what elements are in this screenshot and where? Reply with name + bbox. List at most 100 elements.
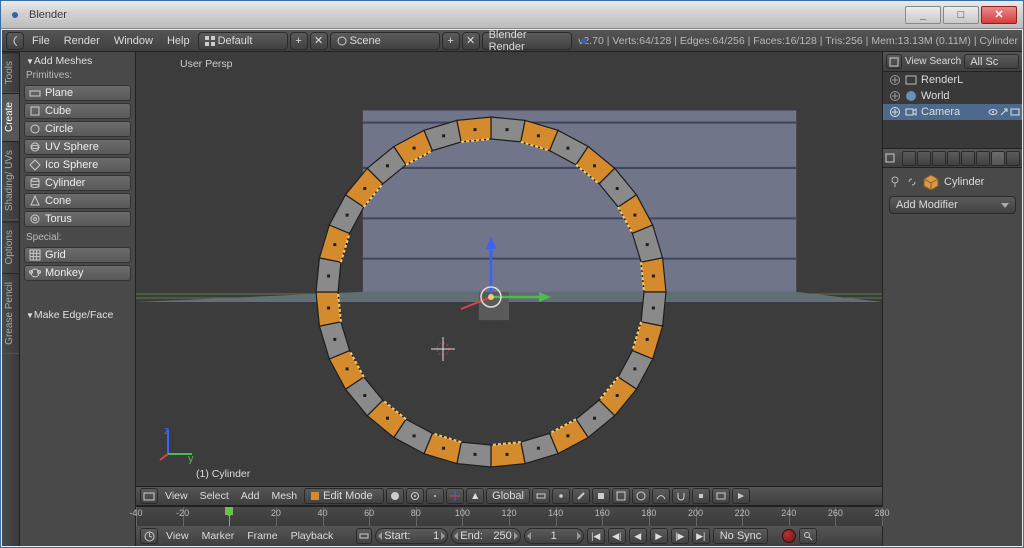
screen-layout-add[interactable]: + xyxy=(290,32,308,50)
outliner-menu-search[interactable]: Search xyxy=(930,56,962,67)
prop-tab-constraints[interactable] xyxy=(976,151,990,166)
prop-tab-data[interactable] xyxy=(1006,151,1020,166)
window-minimize-button[interactable]: _ xyxy=(905,6,941,24)
pivot-align-icon[interactable] xyxy=(426,488,444,504)
pin-icon[interactable] xyxy=(889,176,901,188)
manip-translate-icon[interactable]: ▲ xyxy=(466,488,484,504)
tl-current-field[interactable]: 1 xyxy=(524,528,584,544)
editor-type-outliner-icon[interactable] xyxy=(886,54,902,69)
menu-render[interactable]: Render xyxy=(58,35,106,47)
add-uvsphere-button[interactable]: UV Sphere xyxy=(24,139,131,155)
outliner-item-world[interactable]: World xyxy=(883,88,1022,104)
editor-type-view3d-icon[interactable] xyxy=(140,488,158,504)
tl-end-field[interactable]: End: 250 xyxy=(451,528,520,544)
vtab-create[interactable]: Create xyxy=(2,93,19,141)
screen-layout-remove[interactable]: ✕ xyxy=(310,32,328,50)
limit-sel-icon[interactable] xyxy=(612,488,630,504)
prop-falloff-icon[interactable] xyxy=(652,488,670,504)
vtab-tools[interactable]: Tools xyxy=(2,52,19,93)
prop-tab-modifiers[interactable] xyxy=(991,151,1005,166)
render-icon[interactable] xyxy=(1010,107,1020,117)
scene-dropdown[interactable]: Scene xyxy=(330,32,440,50)
snap-icon[interactable] xyxy=(672,488,690,504)
title-bar[interactable]: Blender _ □ ✕ xyxy=(1,1,1023,29)
manip-toggle[interactable] xyxy=(446,488,464,504)
add-cube-button[interactable]: Cube xyxy=(24,103,131,119)
v3d-menu-view[interactable]: View xyxy=(160,490,193,502)
editor-type-icon[interactable] xyxy=(6,32,24,50)
menu-window[interactable]: Window xyxy=(108,35,159,47)
menu-file[interactable]: File xyxy=(26,35,56,47)
3d-viewport[interactable]: z y User Persp (1) Cylinder xyxy=(136,52,882,486)
sel-vertex-icon[interactable] xyxy=(552,488,570,504)
tl-range-toggle[interactable] xyxy=(356,528,372,544)
tl-menu-marker[interactable]: Marker xyxy=(197,530,240,542)
add-modifier-dropdown[interactable]: Add Modifier xyxy=(889,196,1016,214)
tl-start-field[interactable]: Start: 1 xyxy=(375,528,448,544)
tl-sync-dropdown[interactable]: No Sync xyxy=(713,528,769,544)
v3d-menu-select[interactable]: Select xyxy=(195,490,234,502)
add-plane-button[interactable]: Plane xyxy=(24,85,131,101)
outliner-menu-view[interactable]: View xyxy=(905,56,927,67)
prop-tab-world[interactable] xyxy=(947,151,961,166)
add-monkey-button[interactable]: Monkey xyxy=(24,265,131,281)
outliner-item-camera[interactable]: Camera xyxy=(883,104,1022,120)
outliner-display-dropdown[interactable]: All Sc xyxy=(964,54,1019,69)
v3d-menu-add[interactable]: Add xyxy=(236,490,265,502)
prop-tab-object[interactable] xyxy=(961,151,975,166)
outliner-item-renderlayers[interactable]: RenderL xyxy=(883,72,1022,88)
add-cylinder-button[interactable]: Cylinder xyxy=(24,175,131,191)
tl-jump-start-button[interactable]: |◀ xyxy=(587,528,605,544)
add-circle-button[interactable]: Circle xyxy=(24,121,131,137)
prop-tab-renderlayers[interactable] xyxy=(917,151,931,166)
tl-keying-set-dropdown[interactable] xyxy=(799,528,817,544)
editor-type-timeline-icon[interactable] xyxy=(140,528,158,544)
pivot-icon[interactable] xyxy=(406,488,424,504)
vtab-options[interactable]: Options xyxy=(2,221,19,273)
tl-menu-view[interactable]: View xyxy=(161,530,194,542)
window-close-button[interactable]: ✕ xyxy=(981,6,1017,24)
tl-menu-playback[interactable]: Playback xyxy=(286,530,339,542)
vtab-grease-pencil[interactable]: Grease Pencil xyxy=(2,273,19,354)
panel-add-meshes[interactable]: Add Meshes xyxy=(20,52,135,70)
prop-tab-scene[interactable] xyxy=(932,151,946,166)
window-maximize-button[interactable]: □ xyxy=(943,6,979,24)
add-grid-button[interactable]: Grid xyxy=(24,247,131,263)
sel-face-icon[interactable] xyxy=(592,488,610,504)
sel-edge-icon[interactable] xyxy=(572,488,590,504)
v3d-menu-mesh[interactable]: Mesh xyxy=(266,490,302,502)
eye-icon[interactable] xyxy=(988,107,998,117)
vtab-shading-uvs[interactable]: Shading/ UVs xyxy=(2,141,19,220)
prop-tab-render[interactable] xyxy=(902,151,916,166)
render-anim-icon[interactable] xyxy=(732,488,750,504)
tl-autokey-button[interactable] xyxy=(782,529,796,543)
shading-icon[interactable] xyxy=(386,488,404,504)
render-engine-dropdown[interactable]: Blender Render xyxy=(482,32,572,50)
add-torus-button[interactable]: Torus xyxy=(24,211,131,227)
tl-play-button[interactable]: ▶ xyxy=(650,528,668,544)
editor-type-properties-icon[interactable] xyxy=(885,153,901,163)
tl-next-key-button[interactable]: |▶ xyxy=(671,528,689,544)
tl-menu-frame[interactable]: Frame xyxy=(242,530,282,542)
render-preview-icon[interactable] xyxy=(712,488,730,504)
add-icosphere-button[interactable]: Ico Sphere xyxy=(24,157,131,173)
arrow-icon[interactable] xyxy=(999,107,1009,117)
menu-help[interactable]: Help xyxy=(161,35,196,47)
orientation-dropdown[interactable]: Global xyxy=(486,488,530,504)
tl-prev-key-button[interactable]: ◀| xyxy=(608,528,626,544)
panel-make-edge-face[interactable]: Make Edge/Face xyxy=(20,306,135,324)
prop-edit-icon[interactable] xyxy=(632,488,650,504)
add-cone-button[interactable]: Cone xyxy=(24,193,131,209)
outliner[interactable]: RenderL World Camera xyxy=(883,72,1022,148)
snap-target-icon[interactable] xyxy=(692,488,710,504)
scene-add[interactable]: + xyxy=(442,32,460,50)
label-special: Special: xyxy=(20,232,135,246)
layers-button[interactable] xyxy=(532,488,550,504)
mode-dropdown[interactable]: Edit Mode xyxy=(304,488,384,504)
tl-jump-end-button[interactable]: ▶| xyxy=(692,528,710,544)
scene-remove[interactable]: ✕ xyxy=(462,32,480,50)
manipulator-icon[interactable] xyxy=(431,237,551,357)
timeline-ruler[interactable]: -40-200204060801001201401601802002202402… xyxy=(136,507,882,526)
tl-play-rev-button[interactable]: ◀ xyxy=(629,528,647,544)
screen-layout-dropdown[interactable]: Default xyxy=(198,32,288,50)
